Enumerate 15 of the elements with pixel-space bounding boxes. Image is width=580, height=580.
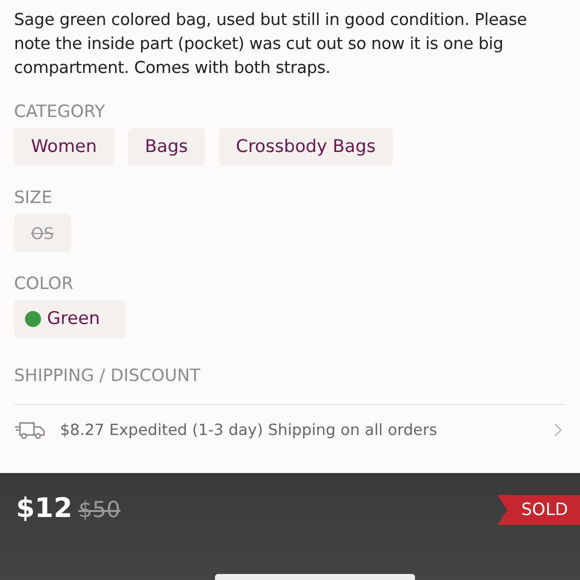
color-tag[interactable]: Green [14,300,126,338]
shipping-text: $8.27 Expedited (1-3 day) Shipping on all orders [60,421,438,439]
section-label: SIZE [14,188,54,208]
description-text: Sage green colored bag, used but still in good condition. Please note the inside part (pocket) was cut out so now it is one big compartment. Comes with both straps. [14,9,528,79]
original-price-text: $50 [78,498,120,523]
price-text: $12 [16,493,72,524]
shipping-row[interactable]: $8.27 Expedited (1-3 day) Shipping on all orders [14,404,566,455]
category-tag[interactable]: Crossbody Bags [218,128,393,166]
category-tag[interactable]: Bags [128,128,205,166]
category-tag[interactable]: Women [14,128,114,166]
chevron-icon [554,423,562,437]
section-label: SHIPPING / DISCOUNT [14,366,202,386]
sold-ribbon: SOLD [497,495,580,525]
section-label: COLOR [14,274,74,294]
section-label: CATEGORY [14,102,106,122]
